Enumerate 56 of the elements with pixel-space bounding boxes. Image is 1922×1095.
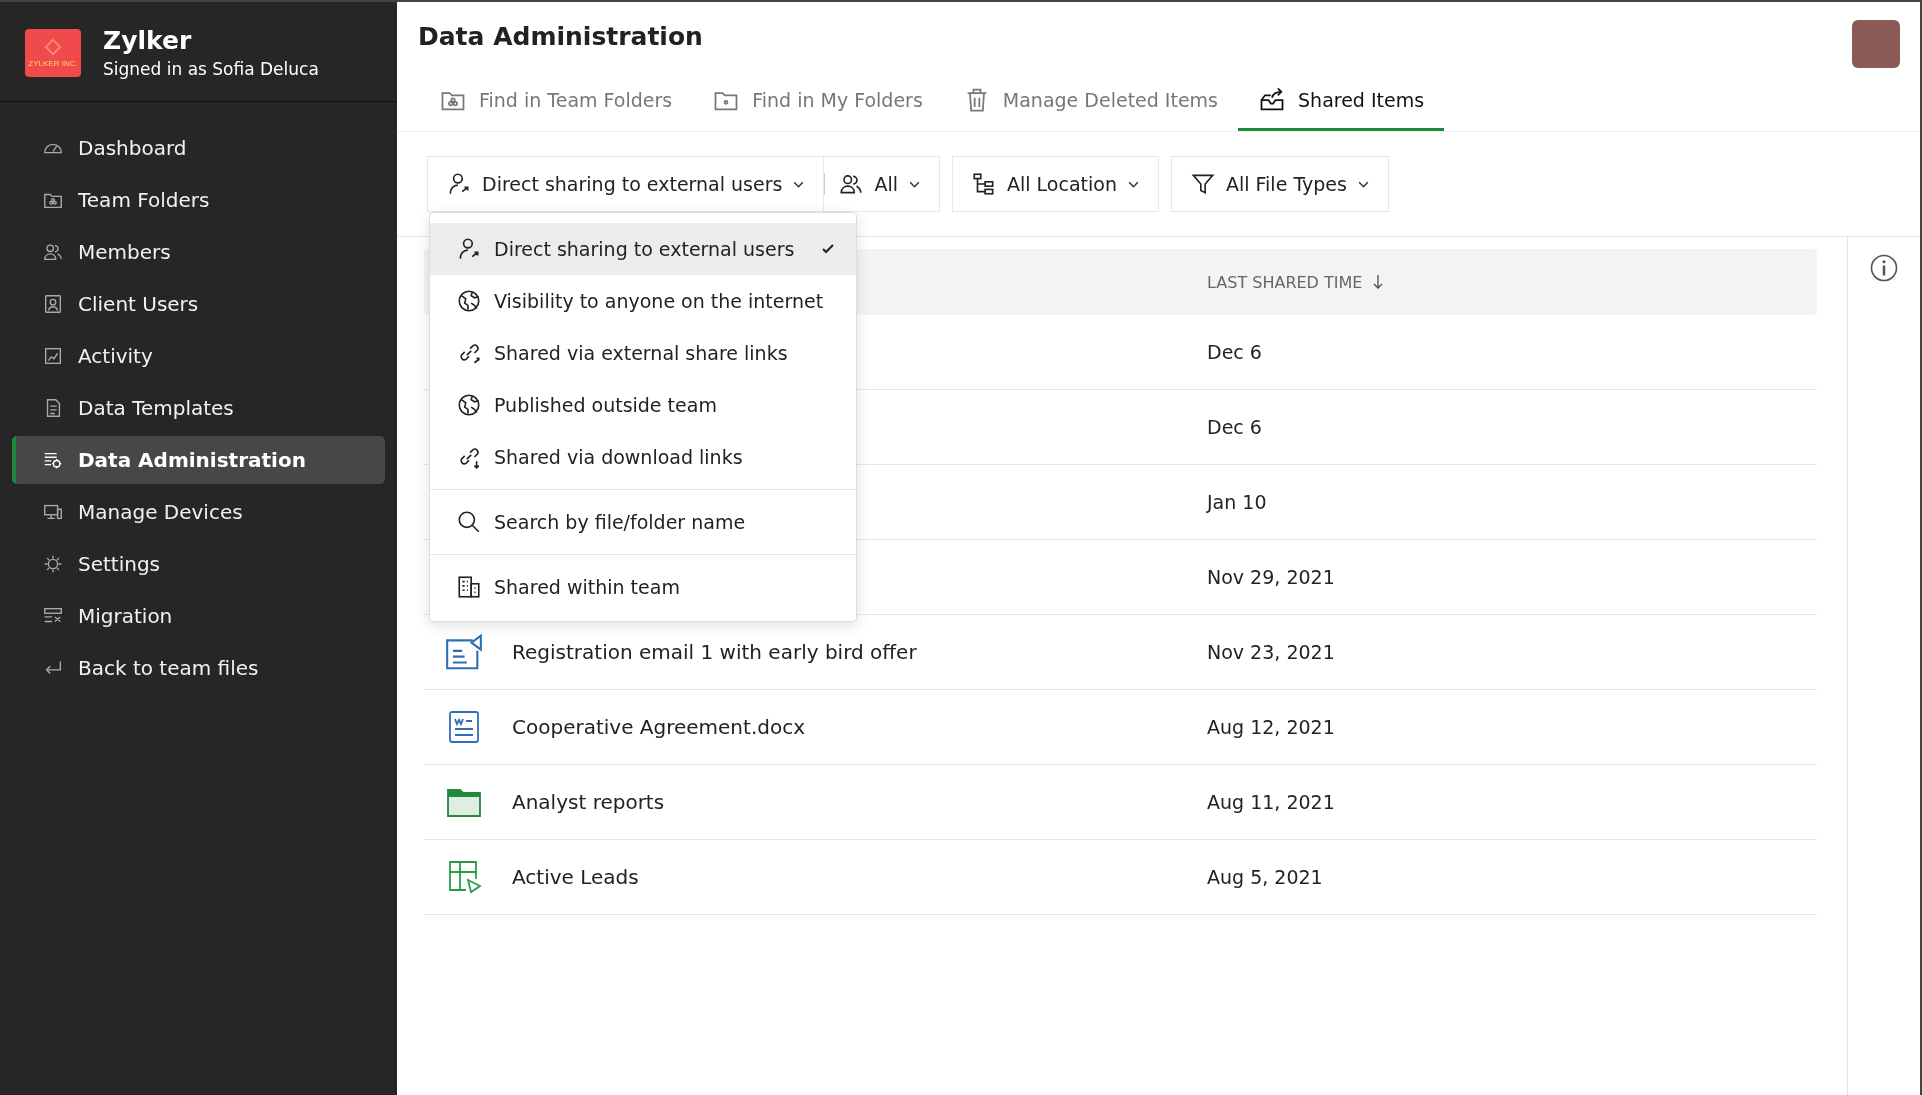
menu-item[interactable]: Published outside team <box>430 379 856 431</box>
search-icon <box>456 509 482 535</box>
sidebar-item[interactable]: Dashboard <box>12 124 385 172</box>
info-icon[interactable] <box>1869 253 1899 283</box>
people-icon <box>42 241 64 263</box>
file-name[interactable]: Cooperative Agreement.docx <box>512 715 805 739</box>
settings-icon <box>42 553 64 575</box>
sidebar-item[interactable]: Activity <box>12 332 385 380</box>
filter-dropdown[interactable]: All <box>824 156 940 212</box>
menu-item[interactable]: Shared via download links <box>430 431 856 483</box>
sidebar-item[interactable]: Data Templates <box>12 384 385 432</box>
org-name: Zylker <box>103 26 193 55</box>
table-cell-text: Aug 11, 2021 <box>1206 791 1336 813</box>
column-header[interactable]: LAST SHARED TIME <box>1207 272 1817 292</box>
tab[interactable]: Find in Team Folders <box>419 72 693 131</box>
chart-icon <box>42 345 64 367</box>
building-icon <box>456 574 482 600</box>
spreadsheet-icon <box>446 859 482 895</box>
page-title: Data Administration <box>418 21 703 51</box>
tab[interactable]: Manage Deleted Items <box>942 72 1239 131</box>
file-name[interactable]: Registration email 1 with early bird offer <box>512 640 917 664</box>
table-cell-text: Dec 6 <box>1206 341 1263 363</box>
email-template-icon <box>446 634 482 670</box>
sidebar-item[interactable]: Members <box>12 228 385 276</box>
table-cell-text: Aug 5, 2021 <box>1206 866 1324 888</box>
sidebar-item[interactable]: Data Administration <box>12 436 385 484</box>
user-icon <box>42 293 64 315</box>
table-cell-text: Aug 12, 2021 <box>1206 716 1336 738</box>
document-icon <box>446 709 482 745</box>
sidebar-item[interactable]: Team Folders <box>12 176 385 224</box>
sidebar-item[interactable]: Back to team files <box>12 644 385 692</box>
sidebar-item[interactable]: Client Users <box>12 280 385 328</box>
file-name[interactable]: Active Leads <box>512 865 639 889</box>
table-cell-text: Jan 10 <box>1205 491 1268 513</box>
tab[interactable]: Find in My Folders <box>692 72 943 131</box>
logo-text: ZYLKER INC. <box>28 58 78 68</box>
table-cell-text: Dec 6 <box>1206 416 1263 438</box>
filter-dropdown[interactable]: Direct sharing to external users <box>427 156 825 212</box>
table-cell-text: Nov 23, 2021 <box>1206 641 1336 663</box>
sidebar-item[interactable]: Manage Devices <box>12 488 385 536</box>
filter-dropdown[interactable]: All File Types <box>1170 156 1389 212</box>
file-name[interactable]: Analyst reports <box>512 790 665 814</box>
menu-item[interactable]: Shared via external share links <box>430 327 856 379</box>
menu-item[interactable]: Visibility to anyone on the internet <box>430 275 856 327</box>
signed-in-text: Signed in as Sofia Deluca <box>103 59 319 79</box>
menu-item[interactable]: Shared within team <box>430 561 856 613</box>
menu-item[interactable]: Search by file/folder name <box>430 496 856 548</box>
sidebar-item[interactable]: Migration <box>12 592 385 640</box>
menu-item[interactable]: Direct sharing to external users <box>430 223 856 275</box>
filter-dropdown[interactable]: All Location <box>952 156 1159 212</box>
globe-icon <box>456 288 482 314</box>
diamond-icon <box>44 37 62 56</box>
sidebar-item[interactable]: Settings <box>12 540 385 588</box>
table-cell-text: Nov 29, 2021 <box>1206 566 1336 588</box>
tab[interactable]: Shared Items <box>1238 72 1445 131</box>
globe-icon <box>456 392 482 418</box>
